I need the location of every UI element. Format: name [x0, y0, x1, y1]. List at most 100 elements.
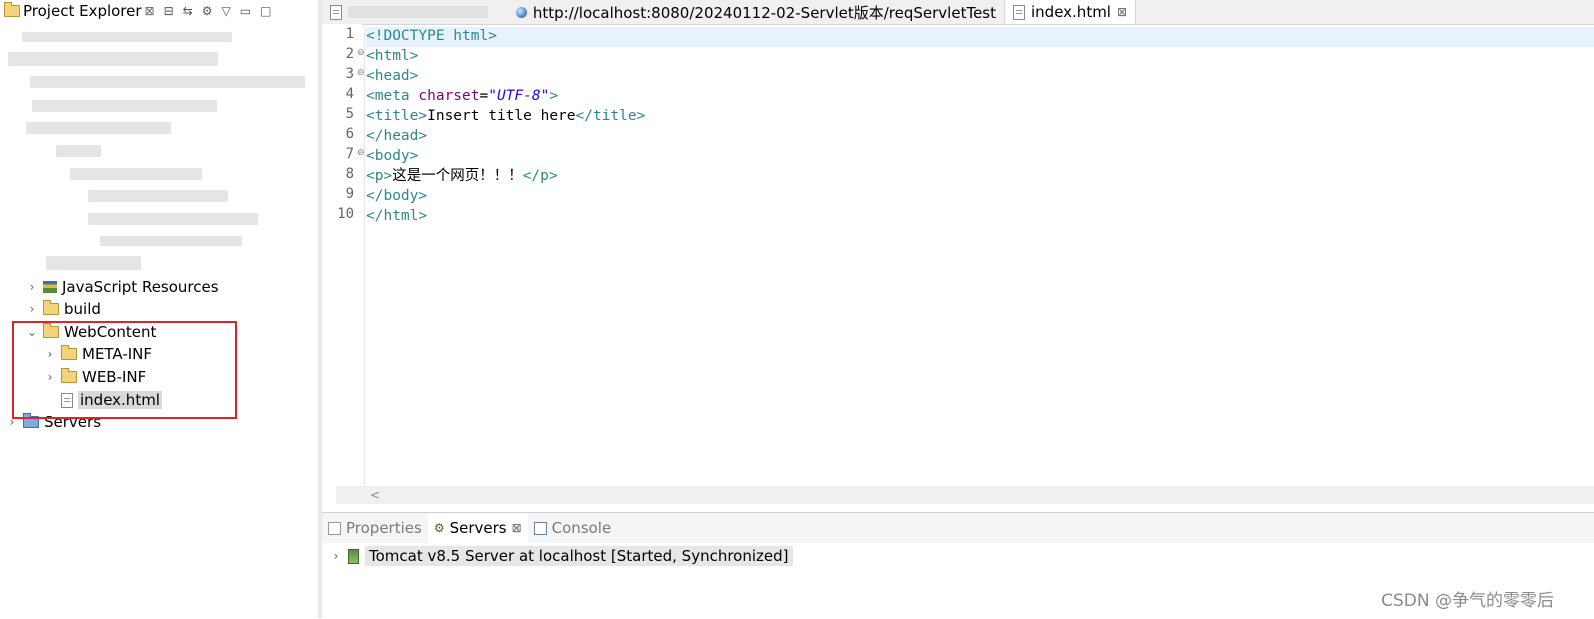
- maximize-icon[interactable]: □: [260, 4, 271, 18]
- line-number: 8: [345, 166, 354, 182]
- tree-item-javascript-resources[interactable]: › JavaScript Resources: [26, 276, 219, 298]
- tab-label: Properties: [346, 519, 422, 537]
- javascript-resources-icon: [43, 281, 57, 293]
- minimize-icon[interactable]: ▭: [240, 4, 251, 18]
- code-line-3: <head>: [366, 66, 418, 86]
- tab-label: Servers: [449, 519, 507, 537]
- tab-properties[interactable]: Properties: [322, 513, 428, 543]
- chevron-right-icon[interactable]: ›: [26, 280, 38, 294]
- code-token: <html>: [366, 48, 419, 64]
- servers-panel: Properties ⚙ Servers ⊠ Console › Tomcat …: [322, 512, 1594, 619]
- server-entry[interactable]: › Tomcat v8.5 Server at localhost [Start…: [330, 545, 793, 567]
- html-file-icon: [1013, 4, 1025, 20]
- code-token: </body>: [366, 188, 428, 204]
- tree-item-label: JavaScript Resources: [62, 278, 219, 296]
- project-explorer-pane: Project Explorer ⊠ ⊟ ⇆ ⚙ ▽ ▭ □ › JavaScr…: [0, 0, 318, 618]
- console-icon: [533, 521, 547, 535]
- obscured-tab-label: [348, 6, 488, 18]
- code-token: </title>: [575, 108, 646, 124]
- close-icon[interactable]: ⊠: [1117, 5, 1127, 19]
- code-token: <p>: [366, 168, 393, 184]
- chevron-right-icon[interactable]: ›: [330, 549, 342, 563]
- horizontal-scrollbar[interactable]: <: [336, 486, 1594, 504]
- view-menu-icon[interactable]: ▽: [222, 4, 231, 18]
- tree-item-build[interactable]: › build: [26, 298, 101, 320]
- bottom-tab-bar: Properties ⚙ Servers ⊠ Console: [322, 513, 1594, 543]
- code-line-6: </head>: [366, 126, 427, 146]
- obscured-tree-row: [46, 256, 141, 270]
- code-token: <!DOCTYPE: [366, 28, 445, 44]
- line-number: 7: [345, 146, 354, 162]
- code-token: "UTF-8": [488, 88, 550, 104]
- obscured-tree-row: [88, 213, 258, 225]
- close-icon[interactable]: ⊠: [145, 4, 155, 18]
- code-token: <title>: [366, 108, 428, 124]
- code-token: <body>: [366, 148, 419, 164]
- tab-servers[interactable]: ⚙ Servers ⊠: [427, 513, 528, 543]
- filter-icon[interactable]: ⚙: [202, 4, 213, 18]
- editor-area: http://localhost:8080/20240112-02-Servle…: [322, 0, 1594, 508]
- code-line-10: </html>: [366, 206, 427, 226]
- code-token: 这是一个网页！！！: [392, 168, 523, 184]
- code-line-5: <title>Insert title here</title>: [366, 106, 645, 126]
- editor-tab-label: http://localhost:8080/20240112-02-Servle…: [532, 3, 996, 22]
- fold-icon[interactable]: ⊖: [357, 68, 365, 78]
- tree-item-label: build: [64, 300, 101, 318]
- code-token: </head>: [366, 128, 428, 144]
- scroll-left-arrow-icon[interactable]: <: [370, 488, 380, 502]
- line-number: 2: [345, 46, 354, 62]
- code-line-4: <meta charset="UTF-8">: [366, 86, 558, 106]
- code-token: charset: [409, 88, 480, 104]
- editor-tab-obscured[interactable]: [322, 0, 508, 24]
- folder-icon: [43, 300, 59, 315]
- obscured-tree-row: [30, 76, 305, 88]
- tomcat-server-icon: [348, 548, 359, 564]
- obscured-tree-row: [22, 32, 232, 42]
- file-icon: [330, 4, 342, 20]
- collapse-all-icon[interactable]: ⊟: [164, 4, 174, 18]
- code-token: Insert title here: [427, 108, 576, 124]
- obscured-tree-row: [32, 100, 217, 112]
- code-token: html>: [444, 28, 497, 44]
- fold-icon[interactable]: ⊖: [357, 148, 365, 158]
- link-editor-icon[interactable]: ⇆: [183, 4, 193, 18]
- servers-icon: ⚙: [433, 521, 445, 535]
- code-line-8: <p>这是一个网页！！！</p>: [366, 166, 558, 186]
- tab-label: Console: [551, 519, 612, 537]
- line-number: 5: [345, 106, 354, 122]
- code-line-2: <html>: [366, 46, 418, 66]
- code-editor[interactable]: 1 2 ⊖ 3 ⊖ 4 5 6 7 ⊖ 8 9 10 <!DOCTYPE htm…: [337, 26, 1594, 488]
- annotation-highlight-box: [12, 321, 237, 419]
- editor-tab-label: index.html: [1031, 3, 1111, 21]
- obscured-tree-row: [56, 145, 101, 157]
- properties-icon: [328, 521, 341, 535]
- line-number: 1: [345, 26, 354, 42]
- line-number: 9: [345, 186, 354, 202]
- obscured-tree-row: [70, 168, 202, 180]
- code-token: =: [479, 88, 489, 104]
- project-explorer-icon: [4, 2, 20, 17]
- code-token: <head>: [366, 68, 419, 84]
- globe-icon: [516, 6, 527, 18]
- fold-icon[interactable]: ⊖: [357, 48, 365, 58]
- line-number: 4: [345, 86, 354, 102]
- chevron-right-icon[interactable]: ›: [26, 302, 38, 316]
- watermark: CSDN @争气的零零后: [1381, 591, 1554, 611]
- editor-ruler: [364, 24, 365, 486]
- close-icon[interactable]: ⊠: [512, 521, 522, 535]
- code-token: </html>: [366, 208, 428, 224]
- tab-console[interactable]: Console: [528, 513, 618, 543]
- code-token: <meta: [366, 88, 410, 104]
- code-token: </p>: [522, 168, 558, 184]
- code-line-9: </body>: [366, 186, 427, 206]
- obscured-tree-row: [26, 122, 171, 134]
- obscured-tree-row: [8, 52, 218, 66]
- project-explorer-title[interactable]: Project Explorer: [23, 2, 142, 20]
- obscured-tree-row: [100, 236, 242, 246]
- editor-tab-browser[interactable]: http://localhost:8080/20240112-02-Servle…: [508, 0, 1004, 24]
- code-token: >: [549, 88, 559, 104]
- code-line-1: <!DOCTYPE html>: [366, 26, 497, 46]
- project-explorer-header: Project Explorer ⊠ ⊟ ⇆ ⚙ ▽ ▭ □: [0, 0, 318, 22]
- code-line-7: <body>: [366, 146, 418, 166]
- editor-tab-index-html[interactable]: index.html ⊠: [1004, 0, 1137, 24]
